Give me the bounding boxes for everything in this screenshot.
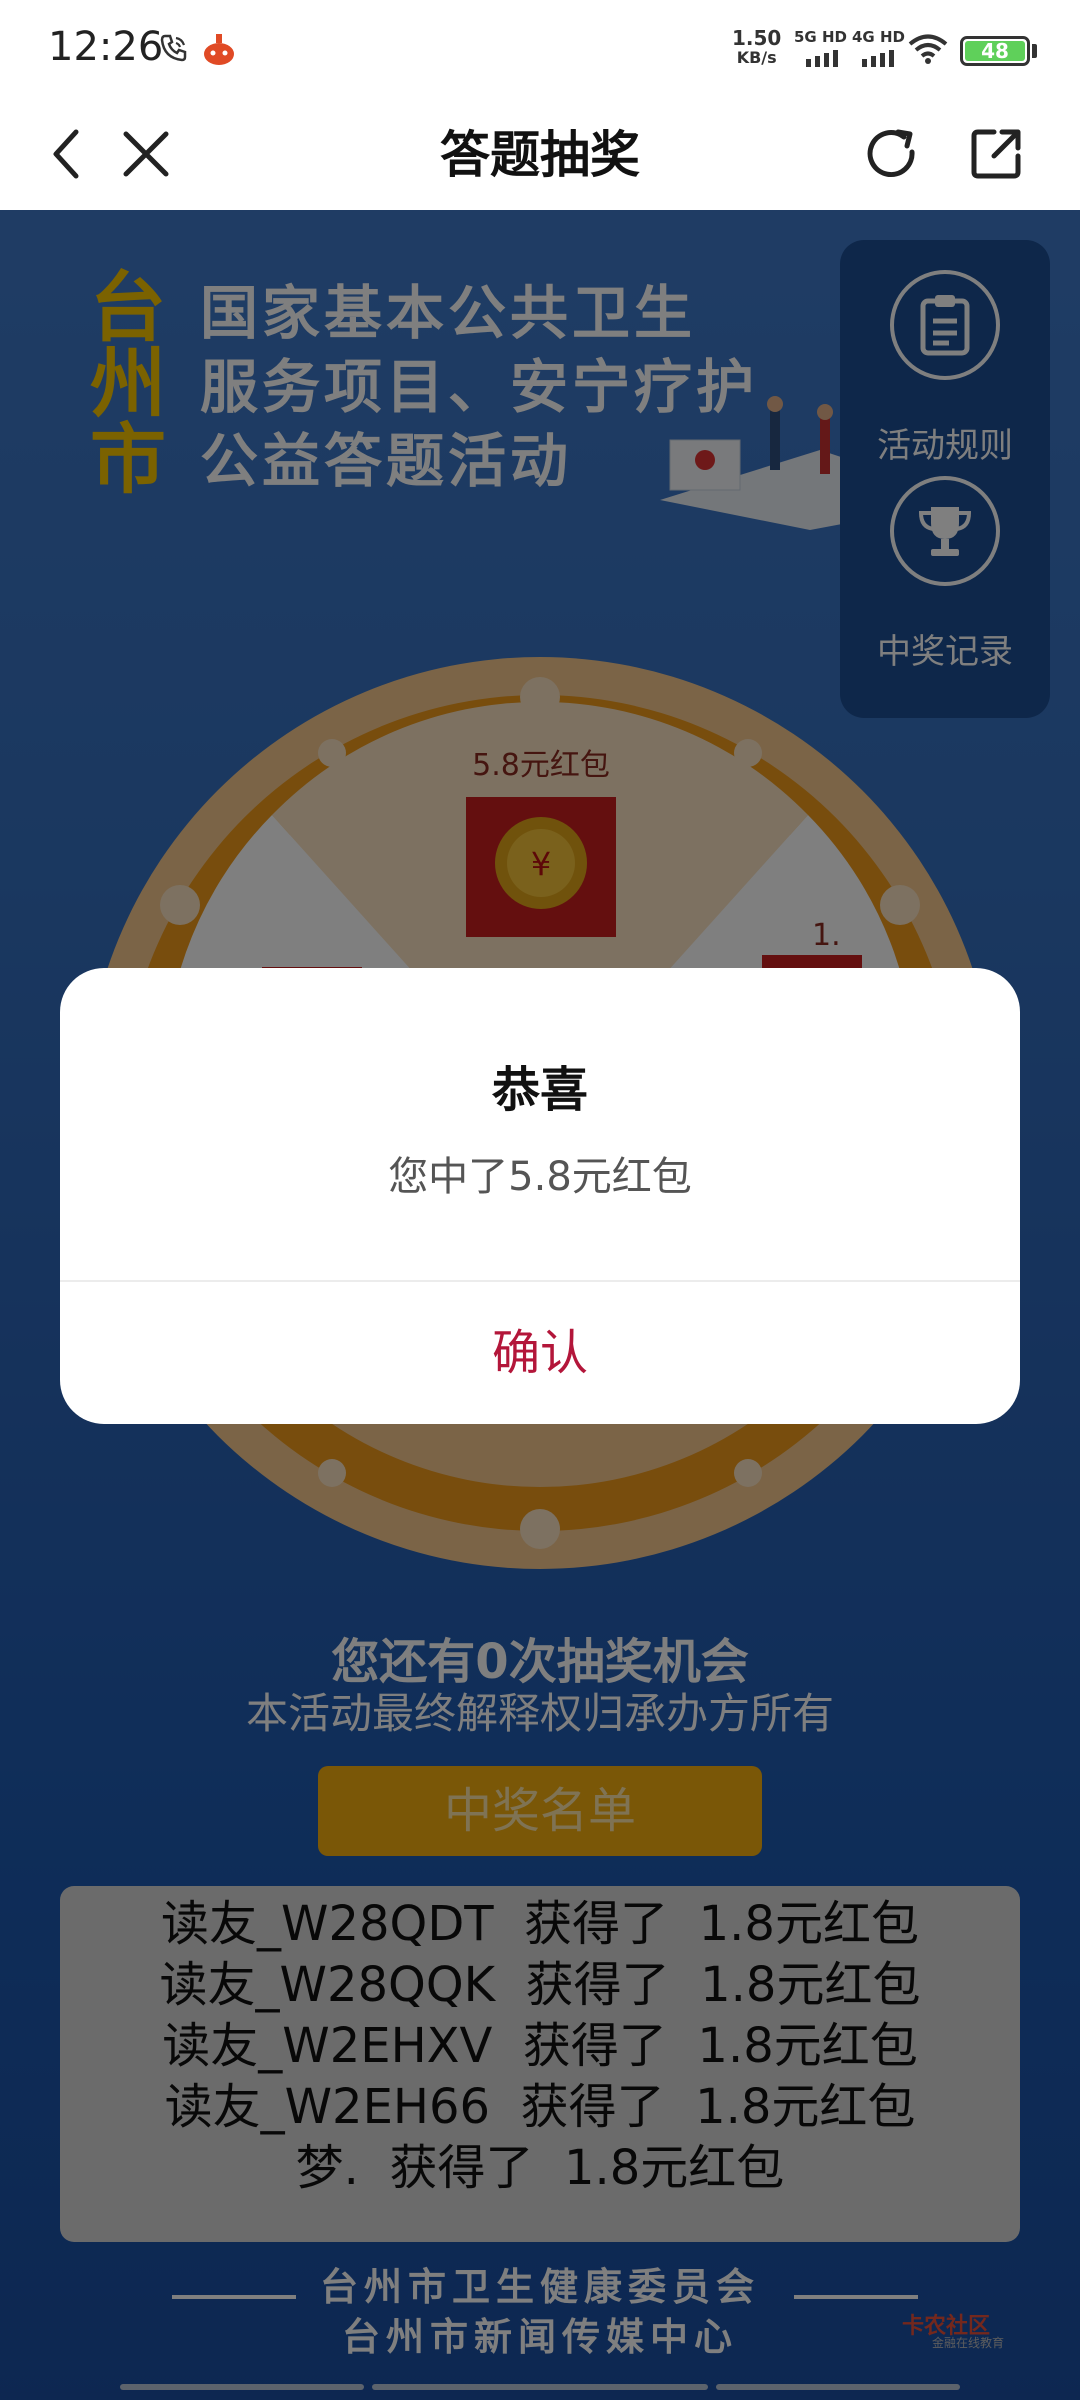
status-bar: 12:26 1.50 KB/s 5G HD 4G HD 48 <box>0 0 1080 100</box>
sim1-label: 5G HD <box>794 28 847 46</box>
status-time: 12:26 <box>48 24 164 70</box>
wifi-icon <box>908 34 948 64</box>
battery-level: 48 <box>965 41 1025 61</box>
nav-bar: 答题抽奖 <box>0 100 1080 210</box>
back-button[interactable] <box>30 118 102 190</box>
refresh-icon <box>867 129 915 178</box>
back-icon <box>53 129 79 179</box>
phone-wifi-call-icon <box>160 34 187 62</box>
share-icon <box>971 129 1021 179</box>
battery-icon: 48 <box>960 36 1030 66</box>
sim2-label: 4G HD <box>852 28 905 46</box>
close-button[interactable] <box>110 118 182 190</box>
close-icon <box>123 131 169 177</box>
confirm-button[interactable]: 确认 <box>60 1282 1020 1424</box>
battery-cap <box>1032 44 1037 58</box>
prize-dialog: 恭喜 您中了5.8元红包 确认 <box>60 968 1020 1424</box>
share-button[interactable] <box>960 118 1032 190</box>
dialog-message: 您中了5.8元红包 <box>388 1154 692 1200</box>
dialog-title: 恭喜 <box>491 1062 588 1118</box>
network-speed: 1.50 KB/s <box>732 26 782 67</box>
signal-icon <box>806 50 838 67</box>
refresh-button[interactable] <box>856 118 928 190</box>
signal-icon <box>862 50 894 67</box>
app-notification-icon <box>204 34 234 65</box>
